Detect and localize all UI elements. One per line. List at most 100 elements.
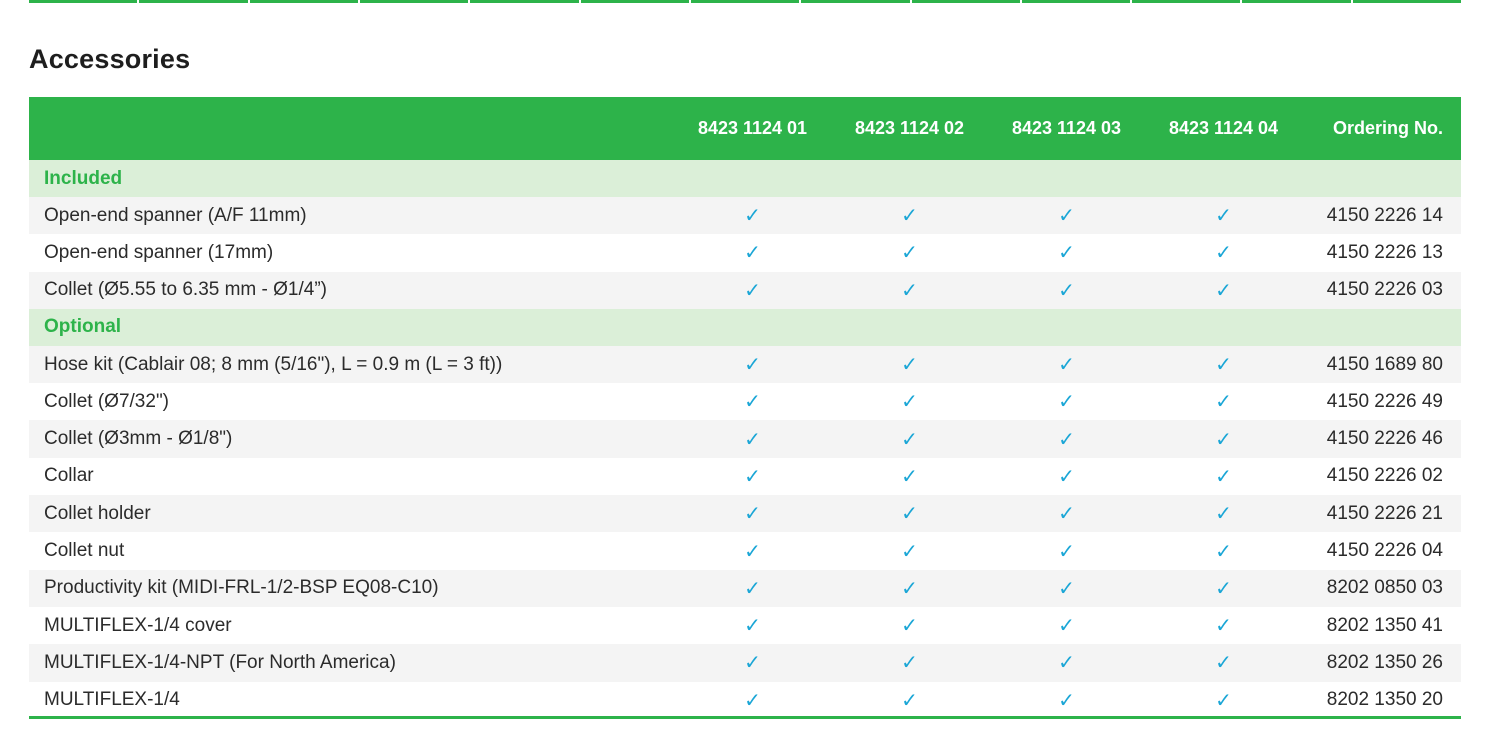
accessory-description: Open-end spanner (17mm) <box>44 241 274 263</box>
check-icon: ✓ <box>1058 205 1075 228</box>
column-header-model-2: 8423 1124 02 <box>854 118 965 138</box>
check-icon: ✓ <box>1215 689 1232 712</box>
check-icon: ✓ <box>744 279 761 302</box>
accessory-description: Collet (Ø5.55 to 6.35 mm - Ø1/4”) <box>44 279 327 301</box>
check-icon: ✓ <box>1215 465 1232 488</box>
accessory-description: MULTIFLEX-1/4 cover <box>44 614 232 636</box>
table-row: Productivity kit (MIDI-FRL-1/2-BSP EQ08-… <box>29 569 1461 607</box>
check-icon: ✓ <box>1058 615 1075 638</box>
check-icon: ✓ <box>1058 428 1075 451</box>
table-row: Open-end spanner (17mm) ✓ ✓ ✓ ✓ 4150 2226 13 <box>29 234 1461 272</box>
ordering-number: 4150 2226 03 <box>1326 279 1443 301</box>
check-icon: ✓ <box>1215 391 1232 414</box>
check-icon: ✓ <box>1058 391 1075 414</box>
check-icon: ✓ <box>1058 689 1075 712</box>
check-icon: ✓ <box>744 652 761 675</box>
check-icon: ✓ <box>1215 205 1232 228</box>
accessory-description: Collar <box>44 465 94 487</box>
check-icon: ✓ <box>1058 540 1075 563</box>
accessory-description: Collet (Ø7/32") <box>44 390 170 412</box>
column-header-ordering-no: Ordering No. <box>1332 118 1443 138</box>
section-title: Accessories <box>29 44 191 74</box>
table-row: Collet (Ø3mm - Ø1/8") ✓ ✓ ✓ ✓ 4150 2226 46 <box>29 420 1461 458</box>
ordering-number: 4150 2226 13 <box>1326 241 1443 263</box>
check-icon: ✓ <box>1058 652 1075 675</box>
check-icon: ✓ <box>744 205 761 228</box>
check-icon: ✓ <box>1215 279 1232 302</box>
accessory-description: Hose kit (Cablair 08; 8 mm (5/16"), L = … <box>44 353 503 375</box>
check-icon: ✓ <box>1058 503 1075 526</box>
top-divider <box>29 0 1462 4</box>
check-icon: ✓ <box>1215 615 1232 638</box>
accessory-description: Collet (Ø3mm - Ø1/8") <box>44 428 233 450</box>
table-header-row: 8423 1124 01 8423 1124 02 8423 1124 03 8… <box>29 97 1461 160</box>
check-icon: ✓ <box>744 689 761 712</box>
group-row-included: Included <box>29 160 1461 197</box>
check-icon: ✓ <box>901 391 918 414</box>
check-icon: ✓ <box>744 242 761 265</box>
check-icon: ✓ <box>901 577 918 600</box>
check-icon: ✓ <box>1058 242 1075 265</box>
check-icon: ✓ <box>1215 652 1232 675</box>
column-header-model-4: 8423 1124 04 <box>1168 118 1279 138</box>
ordering-number: 4150 2226 21 <box>1326 502 1443 524</box>
ordering-number: 8202 0850 03 <box>1326 577 1443 599</box>
check-icon: ✓ <box>1215 428 1232 451</box>
table-row: MULTIFLEX-1/4 cover ✓ ✓ ✓ ✓ 8202 1350 41 <box>29 606 1461 645</box>
check-icon: ✓ <box>744 540 761 563</box>
check-icon: ✓ <box>1215 503 1232 526</box>
check-icon: ✓ <box>901 279 918 302</box>
check-icon: ✓ <box>901 465 918 488</box>
check-icon: ✓ <box>744 465 761 488</box>
check-icon: ✓ <box>1058 354 1075 377</box>
table-row: Collet (Ø7/32") ✓ ✓ ✓ ✓ 4150 2226 49 <box>29 383 1461 421</box>
check-icon: ✓ <box>744 354 761 377</box>
accessory-description: MULTIFLEX-1/4-NPT (For North America) <box>44 651 396 673</box>
check-icon: ✓ <box>744 391 761 414</box>
accessory-description: Collet holder <box>44 502 151 524</box>
check-icon: ✓ <box>1215 354 1232 377</box>
check-icon: ✓ <box>901 242 918 265</box>
table-row: Collar ✓ ✓ ✓ ✓ 4150 2226 02 <box>29 457 1461 496</box>
ordering-number: 4150 2226 49 <box>1326 390 1443 412</box>
table-row: Collet nut ✓ ✓ ✓ ✓ 4150 2226 04 <box>29 532 1461 570</box>
ordering-number: 8202 1350 20 <box>1326 689 1443 711</box>
table-row: Collet (Ø5.55 to 6.35 mm - Ø1/4”) ✓ ✓ ✓ ✓ 415… <box>29 271 1461 309</box>
check-icon: ✓ <box>744 503 761 526</box>
ordering-number: 8202 1350 26 <box>1326 651 1443 673</box>
group-row-optional: Optional <box>29 308 1461 346</box>
check-icon: ✓ <box>901 652 918 675</box>
bottom-divider <box>29 716 1461 719</box>
table-row: MULTIFLEX-1/4-NPT (For North America) ✓ ✓ ✓… <box>29 644 1461 682</box>
check-icon: ✓ <box>1058 577 1075 600</box>
ordering-number: 4150 2226 46 <box>1326 428 1443 450</box>
column-header-description <box>29 97 674 160</box>
ordering-number: 8202 1350 41 <box>1326 614 1443 636</box>
column-header-model-1: 8423 1124 01 <box>697 118 808 138</box>
accessory-description: Collet nut <box>44 540 125 562</box>
table-body: Included Open-end spanner (A/F 11mm) ✓ ✓ ✓ ✓ 4… <box>29 160 1461 719</box>
check-icon: ✓ <box>901 428 918 451</box>
table-row: Collet holder ✓ ✓ ✓ ✓ 4150 2226 21 <box>29 495 1461 533</box>
check-icon: ✓ <box>744 577 761 600</box>
check-icon: ✓ <box>1215 540 1232 563</box>
table-row: Open-end spanner (A/F 11mm) ✓ ✓ ✓ ✓ 4150 2226… <box>29 197 1461 235</box>
table-row: Hose kit (Cablair 08; 8 mm (5/16"), L = … <box>29 345 1461 384</box>
check-icon: ✓ <box>1215 242 1232 265</box>
ordering-number: 4150 2226 04 <box>1326 540 1443 562</box>
group-label: Included <box>44 167 123 189</box>
check-icon: ✓ <box>901 205 918 228</box>
check-icon: ✓ <box>1058 279 1075 302</box>
check-icon: ✓ <box>1215 577 1232 600</box>
check-icon: ✓ <box>901 354 918 377</box>
accessory-description: MULTIFLEX-1/4 <box>44 689 180 711</box>
check-icon: ✓ <box>744 428 761 451</box>
check-icon: ✓ <box>901 540 918 563</box>
check-icon: ✓ <box>744 615 761 638</box>
group-label: Optional <box>44 316 122 338</box>
check-icon: ✓ <box>1058 465 1075 488</box>
ordering-number: 4150 2226 14 <box>1326 204 1443 226</box>
accessory-description: Productivity kit (MIDI-FRL-1/2-BSP EQ08-… <box>44 577 439 599</box>
check-icon: ✓ <box>901 503 918 526</box>
table-row: MULTIFLEX-1/4 ✓ ✓ ✓ ✓ 8202 1350 20 <box>29 681 1461 719</box>
